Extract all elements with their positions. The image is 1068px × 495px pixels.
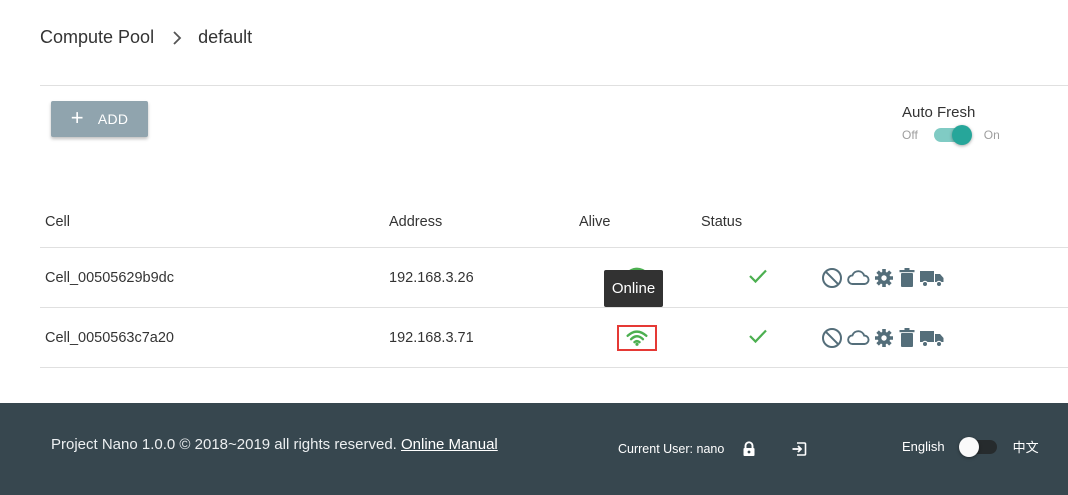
- alive-cell: [579, 307, 695, 368]
- cell-address: 192.168.3.71: [389, 307, 579, 368]
- header-actions: [821, 197, 1068, 248]
- wifi-icon[interactable]: [617, 324, 657, 351]
- actions-cell: [821, 247, 1068, 308]
- auto-fresh-control: Auto Fresh Off On: [902, 104, 1000, 145]
- status-cell: [695, 247, 821, 308]
- cloud-icon[interactable]: [846, 327, 870, 349]
- logout-icon[interactable]: [791, 441, 807, 457]
- lang-chinese-label: 中文: [1012, 440, 1039, 455]
- disable-icon[interactable]: [821, 267, 843, 289]
- add-button[interactable]: + ADD: [51, 101, 148, 137]
- truck-icon[interactable]: [919, 267, 945, 289]
- header-status: Status: [695, 197, 821, 248]
- header-address: Address: [389, 197, 579, 248]
- auto-fresh-toggle[interactable]: [933, 125, 972, 145]
- auto-fresh-off-label: Off: [902, 128, 918, 142]
- cell-name: Cell_00505629b9dc: [40, 247, 389, 308]
- gear-icon[interactable]: [873, 267, 895, 289]
- cells-table: Cell Address Alive Status Cell_00505629b…: [40, 197, 1068, 368]
- table-row: Cell_00505629b9dc 192.168.3.26: [40, 247, 1068, 308]
- online-tooltip: Online: [604, 270, 663, 307]
- breadcrumb-current: default: [198, 27, 253, 47]
- footer: Project Nano 1.0.0 © 2018~2019 all right…: [0, 403, 1068, 495]
- header-alive: Alive: [579, 197, 695, 248]
- breadcrumb-root[interactable]: Compute Pool: [40, 27, 154, 48]
- cell-address: 192.168.3.26: [389, 247, 579, 308]
- plus-icon: +: [70, 105, 84, 130]
- header-cell: Cell: [40, 197, 389, 248]
- toggle-knob: [958, 436, 979, 457]
- table-header-row: Cell Address Alive Status: [40, 197, 1068, 248]
- actions-cell: [821, 307, 1068, 368]
- breadcrumb: Compute Pool default: [40, 27, 252, 48]
- online-manual-link[interactable]: Online Manual: [401, 436, 498, 453]
- language-switch: English 中文: [902, 436, 1039, 457]
- toggle-knob: [951, 125, 972, 145]
- auto-fresh-on-label: On: [983, 128, 1000, 142]
- current-user: Current User: nano: [618, 441, 807, 457]
- check-icon: [748, 329, 768, 348]
- lang-english-label: English: [902, 439, 945, 454]
- gear-icon[interactable]: [873, 327, 895, 349]
- footer-copyright: Project Nano 1.0.0 © 2018~2019 all right…: [51, 436, 498, 453]
- cloud-icon[interactable]: [846, 267, 870, 289]
- trash-icon[interactable]: [898, 327, 916, 349]
- status-cell: [695, 307, 821, 368]
- truck-icon[interactable]: [919, 327, 945, 349]
- auto-fresh-title: Auto Fresh: [902, 104, 976, 121]
- lock-icon[interactable]: [742, 441, 756, 457]
- table-row: Cell_0050563c7a20 192.168.3.71: [40, 307, 1068, 368]
- language-toggle[interactable]: [958, 436, 997, 457]
- disable-icon[interactable]: [821, 327, 843, 349]
- check-icon: [748, 269, 768, 288]
- trash-icon[interactable]: [898, 267, 916, 289]
- cell-name: Cell_0050563c7a20: [40, 307, 389, 368]
- add-button-label: ADD: [97, 111, 129, 127]
- divider: [40, 85, 1068, 86]
- chevron-right-icon: [172, 30, 182, 45]
- current-user-label: Current User: nano: [618, 442, 725, 456]
- copyright-text: Project Nano 1.0.0 © 2018~2019 all right…: [51, 436, 397, 453]
